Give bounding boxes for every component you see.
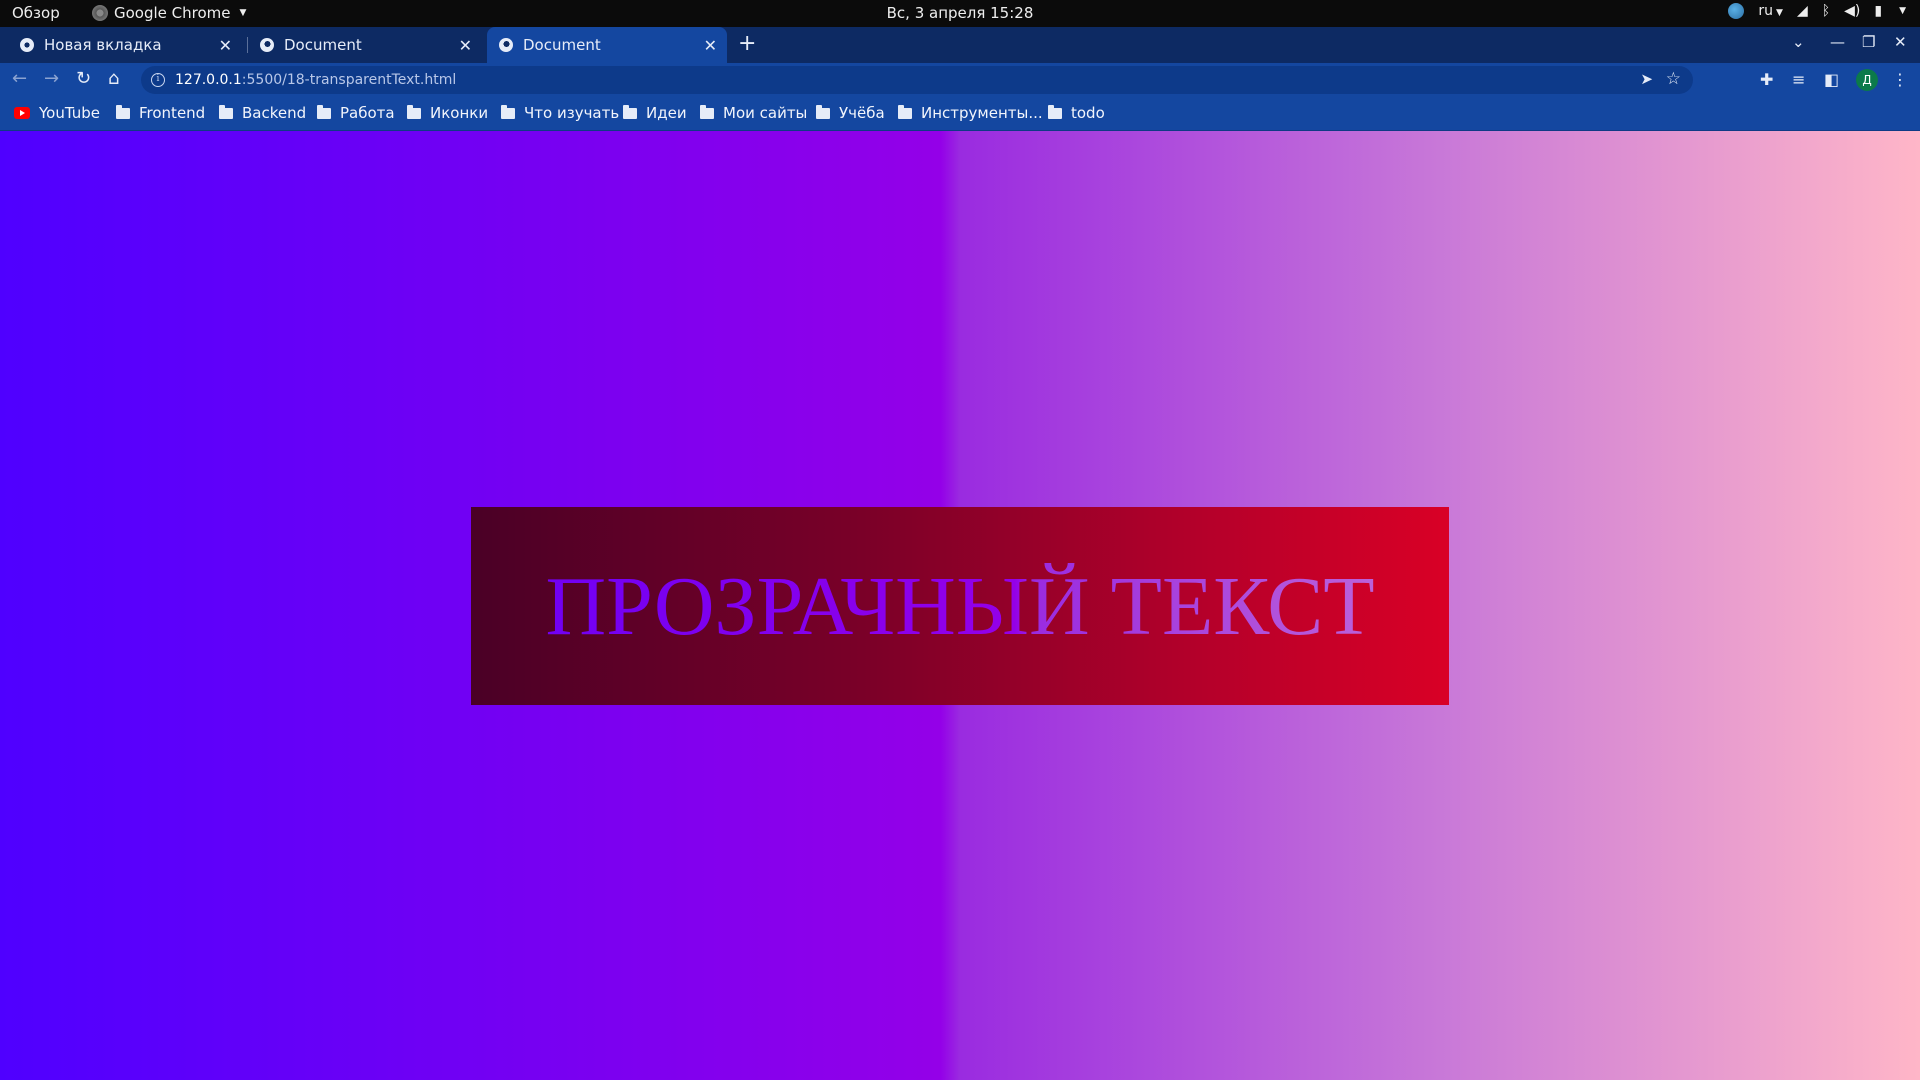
bookmark-star-icon[interactable]: ☆: [1666, 69, 1681, 89]
activities-button[interactable]: Обзор: [12, 4, 60, 22]
bookmark-folder-icons[interactable]: Иконки: [407, 104, 488, 122]
new-tab-plus-icon[interactable]: +: [738, 31, 756, 56]
tab-separator: [247, 37, 248, 53]
close-tab-icon[interactable]: ✕: [459, 36, 472, 55]
bookmark-label: todo: [1071, 104, 1105, 122]
transparent-heading: ПРОЗРАЧНЫЙ ТЕКСТ: [545, 559, 1375, 653]
bookmark-label: Что изучать: [524, 104, 620, 122]
bookmark-folder-study[interactable]: Учёба: [816, 104, 885, 122]
system-top-bar: Обзор Google Chrome ▼ Вс, 3 апреля 15:28…: [0, 0, 1920, 27]
back-arrow-icon[interactable]: ←: [12, 68, 27, 89]
caret-down-icon: ▼: [239, 8, 247, 18]
youtube-icon: [14, 107, 30, 119]
tab-title: Document: [284, 36, 362, 54]
tab-strip: Новая вкладка ✕ Document ✕ Document ✕ + …: [0, 27, 1920, 63]
bluetooth-icon: ᛒ: [1821, 3, 1831, 19]
bookmark-label: Работа: [340, 104, 395, 122]
close-tab-icon[interactable]: ✕: [704, 36, 717, 55]
extensions-puzzle-icon[interactable]: ✚: [1760, 70, 1773, 89]
restore-icon[interactable]: ❐: [1862, 33, 1875, 51]
wifi-icon: ◢: [1796, 3, 1808, 19]
folder-icon: [501, 104, 515, 119]
bookmark-label: Backend: [242, 104, 307, 122]
folder-icon: [816, 104, 830, 119]
bookmark-youtube[interactable]: YouTube: [14, 104, 100, 122]
keyboard-layout-label: ru: [1758, 3, 1774, 19]
folder-icon: [700, 104, 714, 119]
site-info-icon[interactable]: i: [151, 73, 165, 87]
bookmark-folder-backend[interactable]: Backend: [219, 104, 306, 122]
forward-arrow-icon[interactable]: →: [44, 68, 59, 89]
globe-icon: [260, 38, 274, 52]
bookmark-label: Инструменты...: [921, 104, 1043, 122]
bookmark-folder-todo[interactable]: todo: [1048, 104, 1105, 122]
side-panel-icon[interactable]: ◧: [1824, 70, 1839, 89]
system-tray[interactable]: ru ▼ ◢ ᛒ ◀) ▮ ▼: [1728, 3, 1906, 19]
tab-title: Document: [523, 36, 601, 54]
reload-icon[interactable]: ↻: [76, 68, 91, 89]
bookmark-folder-tools[interactable]: Инструменты...: [898, 104, 1043, 122]
chrome-icon: [20, 38, 34, 52]
system-clock[interactable]: Вс, 3 апреля 15:28: [887, 4, 1034, 22]
tab-document-active[interactable]: Document ✕: [487, 27, 727, 63]
url-path: :5500/18-transparentText.html: [241, 72, 457, 88]
address-bar[interactable]: i 127.0.0.1:5500/18-transparentText.html…: [141, 66, 1693, 94]
browser-toolbar: ← → ↻ ⌂ i 127.0.0.1:5500/18-transparentT…: [0, 63, 1920, 97]
bookmark-folder-my-sites[interactable]: Мои сайты: [700, 104, 807, 122]
bookmark-label: Frontend: [139, 104, 206, 122]
more-menu-icon[interactable]: ⋮: [1892, 70, 1908, 89]
folder-icon: [1048, 104, 1062, 119]
folder-icon: [116, 104, 130, 119]
bookmarks-bar: YouTube Frontend Backend Работа Иконки Ч…: [0, 97, 1920, 131]
globe-icon: [499, 38, 513, 52]
battery-icon: ▮: [1874, 3, 1883, 19]
folder-icon: [317, 104, 331, 119]
chrome-app-icon: [92, 5, 108, 21]
bookmark-label: Учёба: [839, 104, 885, 122]
close-window-icon[interactable]: ✕: [1894, 33, 1907, 51]
folder-icon: [898, 104, 912, 119]
tab-search-chevron-icon[interactable]: ⌄: [1792, 33, 1805, 51]
bookmark-label: Иконки: [430, 104, 489, 122]
bookmark-folder-what-to-learn[interactable]: Что изучать: [501, 104, 619, 122]
profile-avatar[interactable]: Д: [1856, 69, 1878, 91]
url-host: 127.0.0.1: [175, 72, 242, 88]
page-viewport: ПРОЗРАЧНЫЙ ТЕКСТ: [0, 131, 1920, 1080]
volume-icon: ◀): [1844, 3, 1861, 19]
tab-title: Новая вкладка: [44, 36, 162, 54]
home-icon[interactable]: ⌂: [108, 68, 119, 89]
bookmark-folder-ideas[interactable]: Идеи: [623, 104, 687, 122]
bookmark-label: Мои сайты: [723, 104, 808, 122]
bookmark-label: YouTube: [39, 104, 100, 122]
keyboard-layout-indicator[interactable]: ru ▼: [1758, 3, 1783, 19]
bookmark-label: Идеи: [646, 104, 687, 122]
close-tab-icon[interactable]: ✕: [219, 36, 232, 55]
caret-down-icon: ▼: [1776, 8, 1783, 18]
folder-icon: [219, 104, 233, 119]
system-menu-caret-icon[interactable]: ▼: [1899, 6, 1906, 16]
folder-icon: [623, 104, 637, 119]
transparent-text-box: ПРОЗРАЧНЫЙ ТЕКСТ: [471, 507, 1449, 705]
folder-icon: [407, 104, 421, 119]
minimize-icon[interactable]: —: [1830, 33, 1845, 51]
bookmark-folder-work[interactable]: Работа: [317, 104, 395, 122]
app-menu[interactable]: Google Chrome ▼: [92, 4, 246, 22]
tab-document[interactable]: Document ✕: [250, 27, 482, 63]
media-playlist-icon[interactable]: ≡: [1792, 70, 1805, 89]
send-to-devices-icon[interactable]: ➤: [1640, 70, 1653, 88]
app-menu-label: Google Chrome: [114, 4, 231, 22]
globe-icon[interactable]: [1728, 3, 1745, 19]
tab-new-tab[interactable]: Новая вкладка ✕: [10, 27, 242, 63]
bookmark-folder-frontend[interactable]: Frontend: [116, 104, 205, 122]
